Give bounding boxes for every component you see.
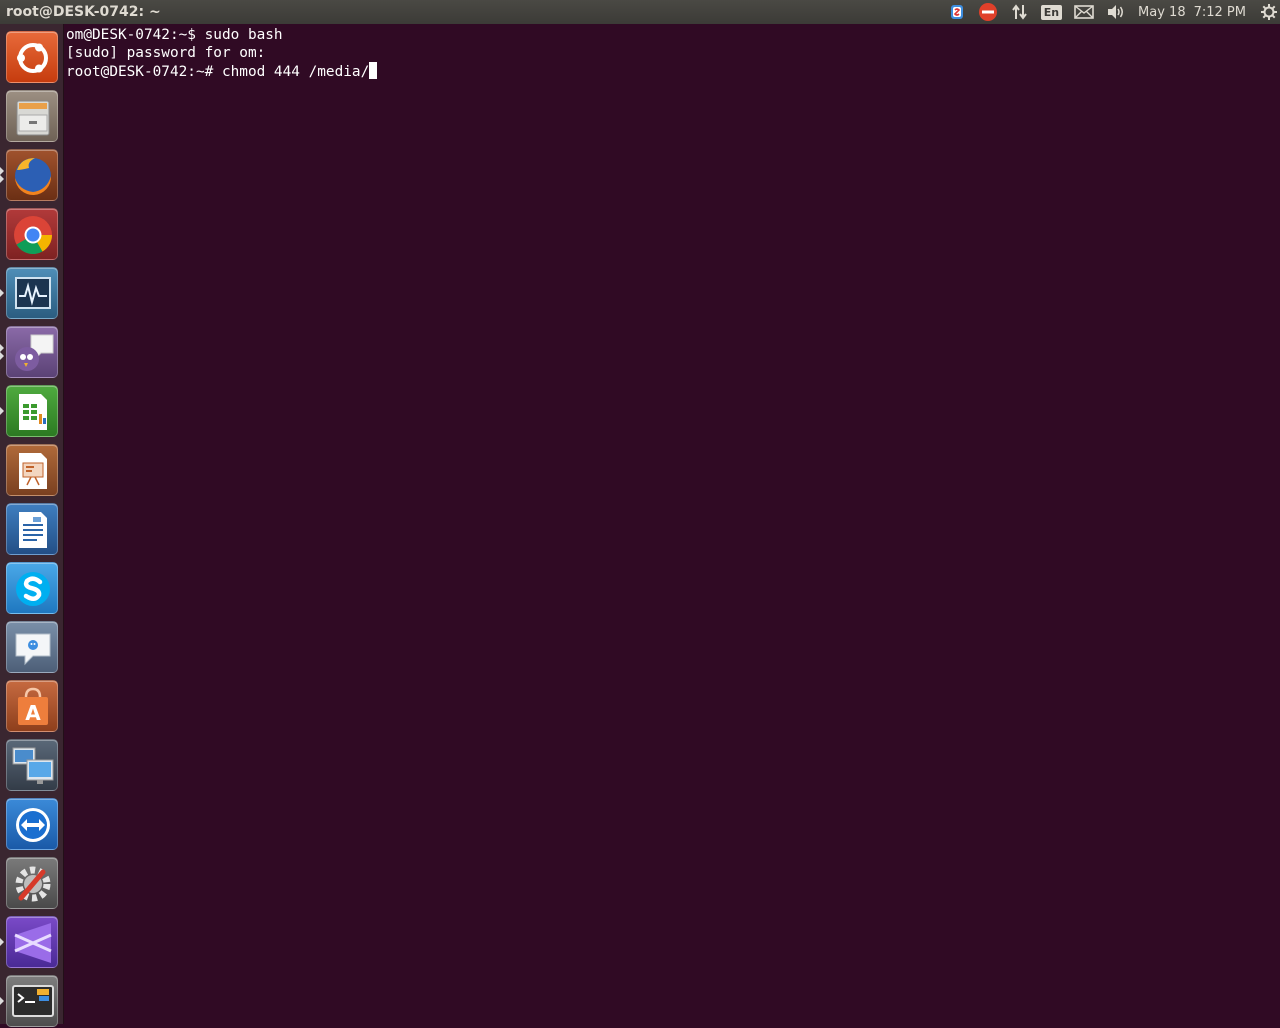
launcher-item-system-settings[interactable] <box>6 857 58 909</box>
running-indicator <box>0 352 4 360</box>
launcher-item-software-center[interactable]: A <box>6 680 58 732</box>
svg-text:A: A <box>25 701 41 725</box>
indicator-area: En May 18 7:12 PM <box>949 0 1280 24</box>
firefox-icon <box>15 158 52 196</box>
presentation-icon <box>19 453 47 489</box>
terminal-line: root@DESK-0742:~# chmod 444 /media/ <box>66 64 370 80</box>
launcher: A <box>0 24 64 1027</box>
volume-icon[interactable] <box>1106 0 1126 24</box>
spreadsheet-icon <box>19 394 47 430</box>
top-panel: root@DESK-0742: ~ En May 18 7:12 PM <box>0 0 1280 24</box>
running-indicator <box>0 289 4 297</box>
terminal-icon <box>12 985 54 1017</box>
launcher-item-remote-desktop[interactable] <box>6 739 58 791</box>
launcher-item-pidgin[interactable] <box>0 326 58 378</box>
launcher-item-terminal[interactable] <box>0 975 58 1027</box>
running-indicator <box>0 175 4 183</box>
mail-icon[interactable] <box>1074 0 1094 24</box>
skype-icon <box>16 572 50 606</box>
terminal-output[interactable]: om@DESK-0742:~$ sudo bash [sudo] passwor… <box>65 24 1280 1024</box>
wrench-gear-icon <box>15 866 51 902</box>
launcher-item-skype[interactable] <box>6 562 58 614</box>
running-indicator <box>0 997 4 1005</box>
shopping-bag-icon: A <box>18 687 48 725</box>
visual-studio-icon <box>14 923 52 963</box>
file-cabinet-icon <box>16 100 50 136</box>
chat-bubble-icon <box>15 633 51 666</box>
text-cursor <box>369 62 378 79</box>
remote-desktop-icon <box>12 747 54 784</box>
launcher-item-firefox[interactable] <box>0 149 58 201</box>
do-not-disturb-icon[interactable] <box>977 0 999 24</box>
keyboard-layout-label: En <box>1040 4 1063 20</box>
launcher-item-empathy[interactable] <box>6 621 58 673</box>
launcher-item-system-monitor[interactable] <box>0 267 58 319</box>
launcher-item-chrome[interactable] <box>6 208 58 260</box>
terminal-line: om@DESK-0742:~$ sudo bash <box>66 27 283 43</box>
running-indicator <box>0 167 4 175</box>
chrome-icon <box>14 216 53 255</box>
system-monitor-icon <box>15 277 51 309</box>
network-updown-icon[interactable] <box>1011 0 1029 24</box>
launcher-item-files[interactable] <box>6 90 58 142</box>
skype-status-icon[interactable] <box>949 0 965 24</box>
launcher-item-visual-studio[interactable] <box>0 916 58 968</box>
teamviewer-icon <box>16 808 50 842</box>
pidgin-icon <box>15 334 54 371</box>
launcher-item-calc[interactable] <box>0 385 58 437</box>
launcher-item-impress[interactable] <box>6 444 58 496</box>
ubuntu-logo-icon <box>17 43 48 73</box>
keyboard-layout-icon[interactable]: En <box>1040 0 1063 24</box>
document-icon <box>19 512 47 548</box>
clock-time[interactable]: 7:12 PM <box>1194 0 1246 24</box>
launcher-item-writer[interactable] <box>6 503 58 555</box>
terminal-prompt-line[interactable]: root@DESK-0742:~# chmod 444 /media/ <box>66 62 378 80</box>
window-title: root@DESK-0742: ~ <box>6 4 161 20</box>
terminal-line: [sudo] password for om: <box>66 45 266 61</box>
clock-date[interactable]: May 18 <box>1138 0 1186 24</box>
running-indicator <box>0 407 4 415</box>
launcher-item-teamviewer[interactable] <box>6 798 58 850</box>
running-indicator <box>0 938 4 946</box>
session-gear-icon[interactable] <box>1260 0 1278 24</box>
launcher-item-dash[interactable] <box>6 31 58 83</box>
running-indicator <box>0 344 4 352</box>
